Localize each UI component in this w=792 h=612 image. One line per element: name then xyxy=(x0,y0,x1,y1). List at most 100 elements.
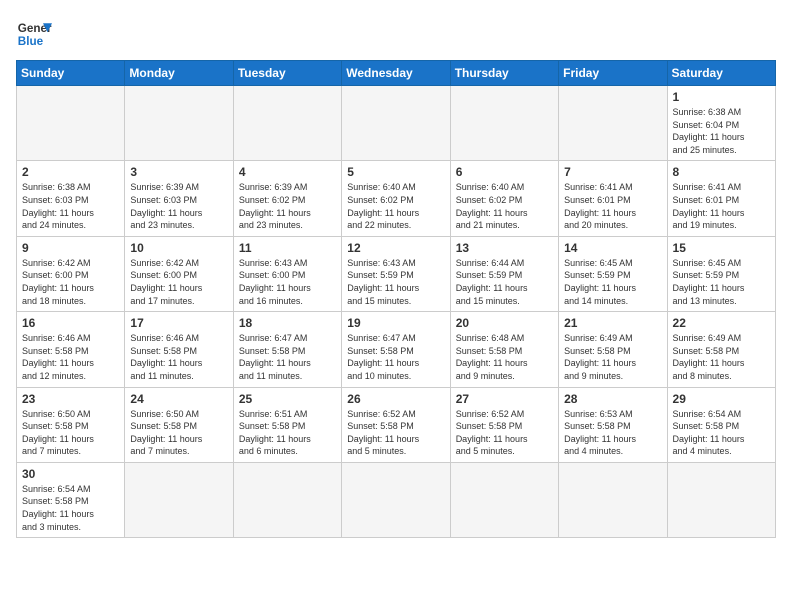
day-number: 27 xyxy=(456,392,553,406)
calendar-cell: 25Sunrise: 6:51 AMSunset: 5:58 PMDayligh… xyxy=(233,387,341,462)
day-header-saturday: Saturday xyxy=(667,61,775,86)
day-number: 4 xyxy=(239,165,336,179)
day-number: 7 xyxy=(564,165,661,179)
day-number: 22 xyxy=(673,316,770,330)
day-info: Sunrise: 6:43 AMSunset: 6:00 PMDaylight:… xyxy=(239,257,336,307)
day-info: Sunrise: 6:38 AMSunset: 6:03 PMDaylight:… xyxy=(22,181,119,231)
day-number: 13 xyxy=(456,241,553,255)
day-number: 12 xyxy=(347,241,444,255)
day-info: Sunrise: 6:47 AMSunset: 5:58 PMDaylight:… xyxy=(347,332,444,382)
calendar-cell xyxy=(450,462,558,537)
day-number: 26 xyxy=(347,392,444,406)
day-number: 6 xyxy=(456,165,553,179)
calendar-cell: 16 Sunrise: 6:46 AMSunset: 5:58 PMDayligh… xyxy=(17,312,125,387)
day-number: 24 xyxy=(130,392,227,406)
day-info: Sunrise: 6:48 AMSunset: 5:58 PMDaylight:… xyxy=(456,332,553,382)
calendar-cell xyxy=(233,86,341,161)
logo: General Blue xyxy=(16,16,52,52)
logo-icon: General Blue xyxy=(16,16,52,52)
day-info: Sunrise: 6:49 AMSunset: 5:58 PMDaylight:… xyxy=(673,332,770,382)
calendar-cell: 18Sunrise: 6:47 AMSunset: 5:58 PMDayligh… xyxy=(233,312,341,387)
calendar-cell: 4Sunrise: 6:39 AMSunset: 6:02 PMDaylight… xyxy=(233,161,341,236)
day-header-tuesday: Tuesday xyxy=(233,61,341,86)
calendar-cell: 15Sunrise: 6:45 AMSunset: 5:59 PMDayligh… xyxy=(667,236,775,311)
calendar-cell: 13Sunrise: 6:44 AMSunset: 5:59 PMDayligh… xyxy=(450,236,558,311)
calendar-cell: 14 Sunrise: 6:45 AMSunset: 5:59 PMDayligh… xyxy=(559,236,667,311)
calendar-cell: 20Sunrise: 6:48 AMSunset: 5:58 PMDayligh… xyxy=(450,312,558,387)
svg-text:Blue: Blue xyxy=(18,35,44,48)
calendar-cell xyxy=(233,462,341,537)
calendar-cell: 30 Sunrise: 6:54 AMSunset: 5:58 PMDayligh… xyxy=(17,462,125,537)
calendar-cell xyxy=(342,462,450,537)
day-number: 17 xyxy=(130,316,227,330)
day-info: Sunrise: 6:40 AMSunset: 6:02 PMDaylight:… xyxy=(347,181,444,231)
calendar-cell: 24Sunrise: 6:50 AMSunset: 5:58 PMDayligh… xyxy=(125,387,233,462)
day-number: 19 xyxy=(347,316,444,330)
day-info: Sunrise: 6:39 AMSunset: 6:03 PMDaylight:… xyxy=(130,181,227,231)
day-info: Sunrise: 6:54 AMSunset: 5:58 PMDaylight:… xyxy=(673,408,770,458)
calendar-cell xyxy=(125,462,233,537)
calendar-cell xyxy=(559,86,667,161)
day-number: 9 xyxy=(22,241,119,255)
day-info: Sunrise: 6:50 AMSunset: 5:58 PMDaylight:… xyxy=(22,408,119,458)
day-number: 3 xyxy=(130,165,227,179)
day-header-sunday: Sunday xyxy=(17,61,125,86)
day-number: 29 xyxy=(673,392,770,406)
day-number: 28 xyxy=(564,392,661,406)
calendar-cell xyxy=(667,462,775,537)
day-info: Sunrise: 6:42 AMSunset: 6:00 PMDaylight:… xyxy=(130,257,227,307)
day-number: 8 xyxy=(673,165,770,179)
calendar-week-1: 1 Sunrise: 6:38 AMSunset: 6:04 PMDaylight… xyxy=(17,86,776,161)
calendar-week-2: 2Sunrise: 6:38 AMSunset: 6:03 PMDaylight… xyxy=(17,161,776,236)
calendar-cell xyxy=(342,86,450,161)
day-number: 23 xyxy=(22,392,119,406)
day-info: Sunrise: 6:53 AMSunset: 5:58 PMDaylight:… xyxy=(564,408,661,458)
day-header-monday: Monday xyxy=(125,61,233,86)
calendar-cell xyxy=(559,462,667,537)
day-info: Sunrise: 6:46 AMSunset: 5:58 PMDaylight:… xyxy=(22,332,119,382)
day-info: Sunrise: 6:54 AMSunset: 5:58 PMDaylight:… xyxy=(22,483,119,533)
calendar-cell: 21 Sunrise: 6:49 AMSunset: 5:58 PMDayligh… xyxy=(559,312,667,387)
calendar-cell: 28 Sunrise: 6:53 AMSunset: 5:58 PMDayligh… xyxy=(559,387,667,462)
day-info: Sunrise: 6:49 AMSunset: 5:58 PMDaylight:… xyxy=(564,332,661,382)
day-number: 16 xyxy=(22,316,119,330)
day-info: Sunrise: 6:46 AMSunset: 5:58 PMDaylight:… xyxy=(130,332,227,382)
day-number: 14 xyxy=(564,241,661,255)
calendar-cell: 19 Sunrise: 6:47 AMSunset: 5:58 PMDayligh… xyxy=(342,312,450,387)
calendar-week-3: 9 Sunrise: 6:42 AMSunset: 6:00 PMDaylight… xyxy=(17,236,776,311)
calendar-cell: 12 Sunrise: 6:43 AMSunset: 5:59 PMDayligh… xyxy=(342,236,450,311)
calendar-cell: 1 Sunrise: 6:38 AMSunset: 6:04 PMDaylight… xyxy=(667,86,775,161)
day-info: Sunrise: 6:38 AMSunset: 6:04 PMDaylight:… xyxy=(673,106,770,156)
day-info: Sunrise: 6:41 AMSunset: 6:01 PMDaylight:… xyxy=(673,181,770,231)
calendar-cell: 29 Sunrise: 6:54 AMSunset: 5:58 PMDayligh… xyxy=(667,387,775,462)
day-number: 25 xyxy=(239,392,336,406)
calendar-week-6: 30 Sunrise: 6:54 AMSunset: 5:58 PMDayligh… xyxy=(17,462,776,537)
day-header-thursday: Thursday xyxy=(450,61,558,86)
day-number: 5 xyxy=(347,165,444,179)
day-number: 1 xyxy=(673,90,770,104)
day-number: 11 xyxy=(239,241,336,255)
day-info: Sunrise: 6:42 AMSunset: 6:00 PMDaylight:… xyxy=(22,257,119,307)
day-number: 30 xyxy=(22,467,119,481)
calendar-cell: 17 Sunrise: 6:46 AMSunset: 5:58 PMDayligh… xyxy=(125,312,233,387)
calendar-header-row: SundayMondayTuesdayWednesdayThursdayFrid… xyxy=(17,61,776,86)
day-info: Sunrise: 6:40 AMSunset: 6:02 PMDaylight:… xyxy=(456,181,553,231)
calendar-cell: 11 Sunrise: 6:43 AMSunset: 6:00 PMDayligh… xyxy=(233,236,341,311)
calendar-cell: 22 Sunrise: 6:49 AMSunset: 5:58 PMDayligh… xyxy=(667,312,775,387)
calendar-cell: 10 Sunrise: 6:42 AMSunset: 6:00 PMDayligh… xyxy=(125,236,233,311)
calendar-cell: 3 Sunrise: 6:39 AMSunset: 6:03 PMDaylight… xyxy=(125,161,233,236)
day-info: Sunrise: 6:45 AMSunset: 5:59 PMDaylight:… xyxy=(564,257,661,307)
day-number: 10 xyxy=(130,241,227,255)
day-info: Sunrise: 6:41 AMSunset: 6:01 PMDaylight:… xyxy=(564,181,661,231)
page-header: General Blue xyxy=(16,16,776,52)
calendar-cell: 2Sunrise: 6:38 AMSunset: 6:03 PMDaylight… xyxy=(17,161,125,236)
calendar-cell: 6 Sunrise: 6:40 AMSunset: 6:02 PMDaylight… xyxy=(450,161,558,236)
calendar-cell: 5 Sunrise: 6:40 AMSunset: 6:02 PMDaylight… xyxy=(342,161,450,236)
calendar-cell: 23 Sunrise: 6:50 AMSunset: 5:58 PMDayligh… xyxy=(17,387,125,462)
day-number: 18 xyxy=(239,316,336,330)
calendar-week-5: 23 Sunrise: 6:50 AMSunset: 5:58 PMDayligh… xyxy=(17,387,776,462)
calendar-cell: 27Sunrise: 6:52 AMSunset: 5:58 PMDayligh… xyxy=(450,387,558,462)
calendar-table: SundayMondayTuesdayWednesdayThursdayFrid… xyxy=(16,60,776,538)
day-info: Sunrise: 6:43 AMSunset: 5:59 PMDaylight:… xyxy=(347,257,444,307)
day-number: 21 xyxy=(564,316,661,330)
